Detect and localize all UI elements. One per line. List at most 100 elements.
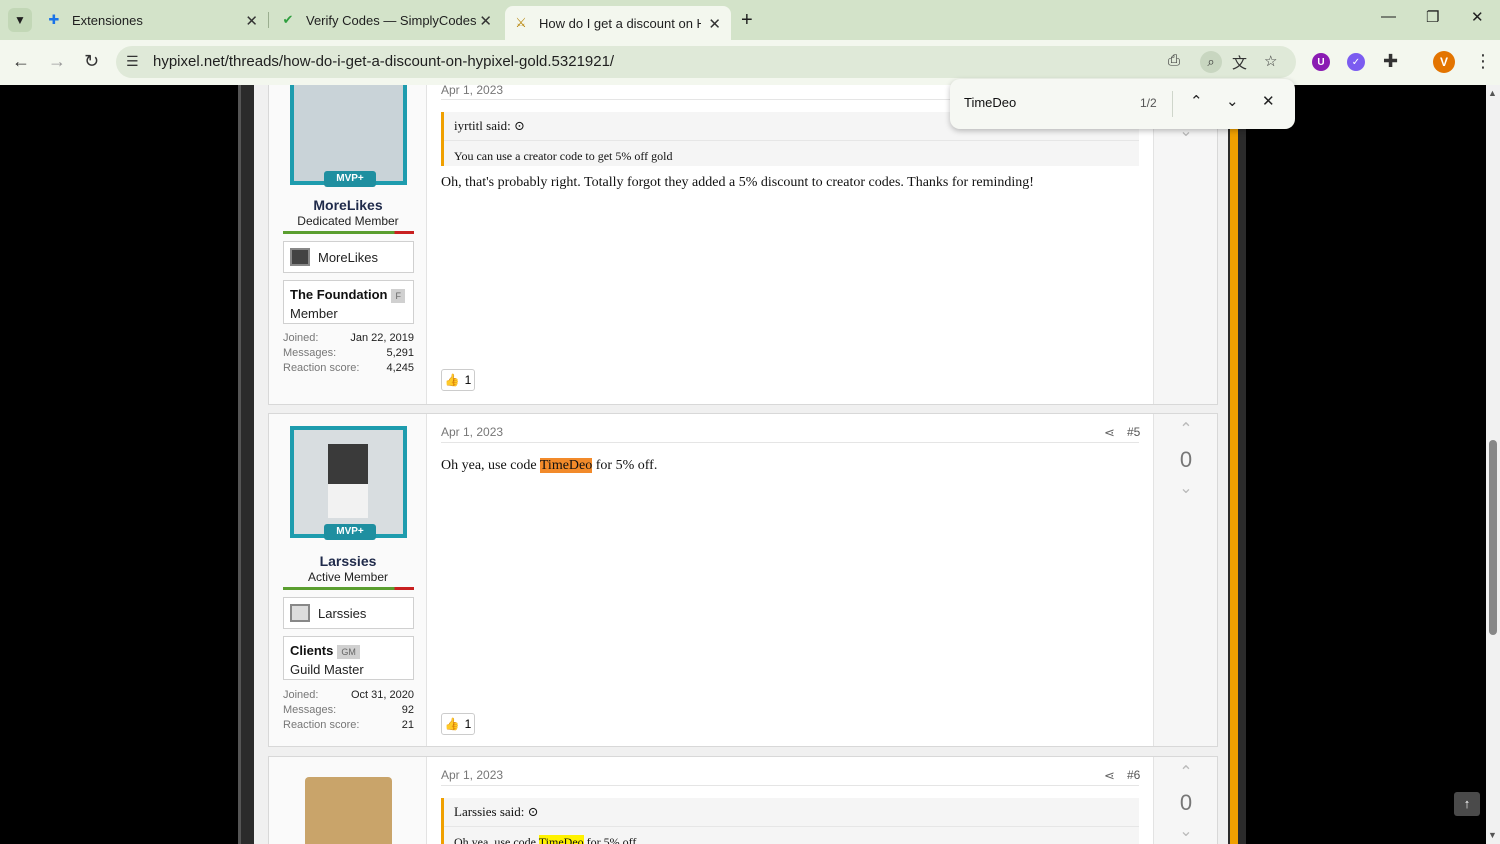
find-input[interactable]: TimeDeo <box>964 95 1016 110</box>
thumbs-up-icon: 👍 <box>444 373 460 387</box>
post-larssies: MVP+ Larssies Active Member Larssies Cli… <box>268 413 1218 747</box>
reaction-count: 1 <box>464 373 472 387</box>
vote-count: 0 <box>1179 447 1193 472</box>
reaction-label: Reaction score: <box>283 719 360 731</box>
close-tab-icon[interactable]: ✕ <box>479 12 492 30</box>
find-icon[interactable]: ⌕ <box>1200 51 1222 73</box>
scroll-up-icon[interactable]: ▲ <box>1488 88 1497 98</box>
username[interactable]: Larssies <box>269 553 427 569</box>
find-previous-icon[interactable]: ⌃ <box>1190 92 1203 110</box>
minecraft-name-box[interactable]: MoreLikes <box>283 241 414 273</box>
simplycodes-icon: ✔ <box>282 12 294 27</box>
bookmark-star-icon[interactable]: ☆ <box>1264 52 1277 70</box>
url-text[interactable]: hypixel.net/threads/how-do-i-get-a-disco… <box>153 53 614 70</box>
vote-pane: ⌄ <box>1153 85 1217 404</box>
avatar[interactable]: MVP+ <box>290 426 407 540</box>
messages-value: 92 <box>401 704 414 716</box>
guild-box[interactable]: The Foundation F Member <box>283 280 414 324</box>
extension-icon[interactable]: ✓ <box>1347 53 1365 71</box>
user-pane: MVP+ MoreLikes Dedicated Member MoreLike… <box>269 85 427 404</box>
page-scrollbar[interactable]: ▲ ▼ <box>1486 85 1500 844</box>
reaction-bar[interactable]: 👍 1 <box>441 369 475 391</box>
messages-label: Messages: <box>283 704 337 716</box>
joined-value: Oct 31, 2020 <box>351 689 414 701</box>
reaction-value: 21 <box>401 719 414 731</box>
guild-box[interactable]: Clients GM Guild Master <box>283 636 414 680</box>
upvote-icon[interactable]: ⌃ <box>1154 419 1218 439</box>
scroll-to-top-button[interactable]: ↑ <box>1454 792 1480 816</box>
reaction-value: 4,245 <box>386 362 414 374</box>
downvote-icon[interactable]: ⌄ <box>1154 478 1218 498</box>
profile-avatar[interactable]: V <box>1433 51 1455 73</box>
upvote-icon[interactable]: ⌃ <box>1154 762 1218 782</box>
guild-tag: F <box>391 288 405 303</box>
downvote-icon[interactable]: ⌄ <box>1154 821 1218 841</box>
avatar[interactable] <box>305 777 392 844</box>
post-number[interactable]: #5 <box>1127 425 1140 439</box>
tab-simplycodes[interactable]: ✔ Verify Codes — SimplyCodes ✕ <box>280 6 492 34</box>
arrow-up-circle-icon[interactable]: ⊙ <box>514 118 525 133</box>
hypixel-icon: ⚔ <box>515 15 527 30</box>
user-progress-bar <box>283 587 414 590</box>
restore-button[interactable]: ❐ <box>1426 8 1439 26</box>
close-tab-icon[interactable]: ✕ <box>708 15 721 33</box>
guild-name: Clients <box>290 643 334 658</box>
guild-role: Guild Master <box>290 662 364 677</box>
user-stats: Joined: Jan 22, 2019 Messages: 5,291 React… <box>283 331 414 376</box>
address-bar[interactable]: ☰ hypixel.net/threads/how-do-i-get-a-dis… <box>116 46 1296 78</box>
tab-search-button[interactable]: ▼ <box>8 8 32 32</box>
translate-icon[interactable]: 文 <box>1232 52 1247 73</box>
reload-button[interactable]: ↻ <box>84 51 99 72</box>
puzzle-icon: ✚ <box>48 12 60 27</box>
new-tab-button[interactable]: + <box>741 9 753 32</box>
quote-author[interactable]: Larssies said: <box>454 804 524 819</box>
post-number[interactable]: #6 <box>1127 768 1140 782</box>
reaction-count: 1 <box>464 717 472 731</box>
skin-head-icon <box>290 248 310 266</box>
post-date[interactable]: Apr 1, 2023 <box>441 425 503 439</box>
install-app-icon[interactable]: ⎙ <box>1168 52 1180 69</box>
reaction-bar[interactable]: 👍 1 <box>441 713 475 735</box>
user-title: Active Member <box>307 570 389 584</box>
close-tab-icon[interactable]: ✕ <box>245 12 258 30</box>
rank-badge: MVP+ <box>324 171 376 187</box>
post-date[interactable]: Apr 1, 2023 <box>441 85 503 97</box>
find-close-icon[interactable]: ✕ <box>1262 92 1275 110</box>
scrollbar-thumb[interactable] <box>1489 440 1497 635</box>
profile-initial: V <box>1439 55 1448 69</box>
tab-extensions[interactable]: ✚ Extensiones ✕ <box>46 6 258 34</box>
close-window-button[interactable]: ✕ <box>1471 8 1484 26</box>
extensions-puzzle-icon[interactable]: ✚ <box>1383 51 1398 72</box>
find-next-icon[interactable]: ⌄ <box>1226 92 1239 110</box>
thumbs-up-icon: 👍 <box>444 717 460 731</box>
back-button[interactable]: ← <box>12 51 30 72</box>
page-frame-left <box>238 85 254 844</box>
find-highlight-current: TimeDeo <box>539 458 593 473</box>
minimize-button[interactable]: — <box>1381 8 1396 25</box>
forward-button[interactable]: → <box>48 51 66 72</box>
arrow-up-circle-icon[interactable]: ⊙ <box>528 804 539 819</box>
page-frame-accent <box>1230 85 1238 844</box>
user-pane <box>269 757 427 844</box>
find-highlight: TimeDeo <box>538 835 584 844</box>
share-icon[interactable]: ⋖ <box>1104 425 1115 441</box>
scroll-down-icon[interactable]: ▼ <box>1488 830 1497 840</box>
avatar[interactable]: MVP+ <box>290 85 407 187</box>
minecraft-name-box[interactable]: Larssies <box>283 597 414 629</box>
reaction-label: Reaction score: <box>283 362 360 374</box>
tab-hypixel[interactable]: ⚔ How do I get a discount on Hyp ✕ <box>505 6 731 40</box>
menu-kebab-icon[interactable]: ⋮ <box>1474 51 1492 72</box>
post-date[interactable]: Apr 1, 2023 <box>441 768 503 782</box>
share-icon[interactable]: ⋖ <box>1104 768 1115 784</box>
tab-title: How do I get a discount on Hyp <box>539 15 701 31</box>
ublock-extension-icon[interactable]: U <box>1312 53 1330 71</box>
post-text-post: for 5% off. <box>592 458 658 473</box>
site-info-icon[interactable]: ☰ <box>126 53 139 70</box>
quote-author[interactable]: iyrtitl said: <box>454 118 511 133</box>
tab-title: Extensiones <box>72 12 143 28</box>
post-text-pre: Oh yea, use code <box>441 458 540 473</box>
username[interactable]: MoreLikes <box>269 197 427 213</box>
tab-strip: ▼ ✚ Extensiones ✕ ✔ Verify Codes — Simpl… <box>0 0 1500 40</box>
messages-value: 5,291 <box>386 347 414 359</box>
post-text: Oh, that's probably right. Totally forgo… <box>441 175 1034 190</box>
